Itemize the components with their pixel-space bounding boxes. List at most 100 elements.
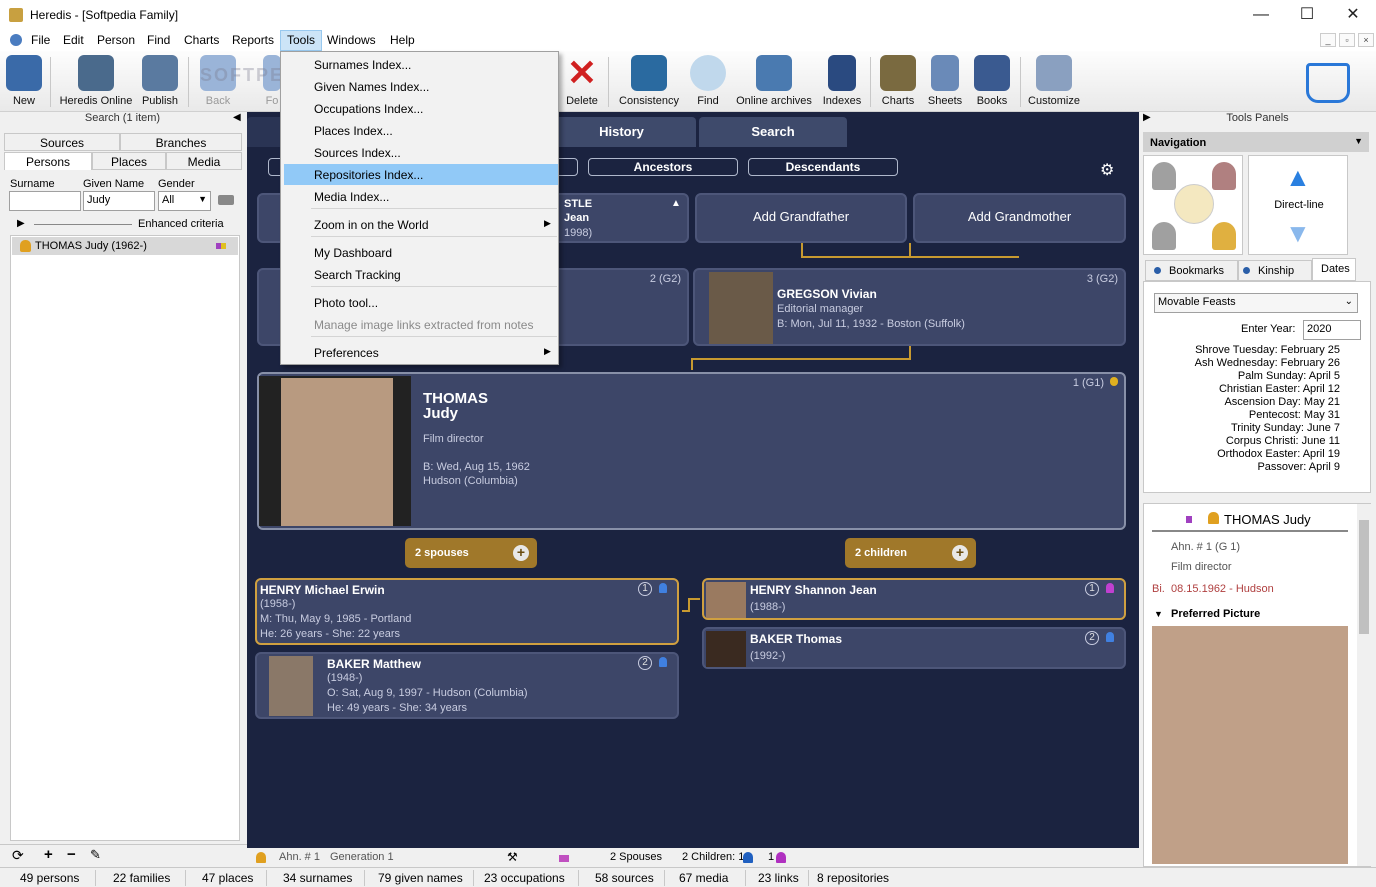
feast-select[interactable]: Movable Feasts ⌄ [1154,293,1358,313]
add-icon[interactable]: + [44,846,53,863]
hammer-icon: ⚒ [507,850,518,864]
menu-file[interactable]: File [25,30,56,51]
child-2-photo [706,631,746,667]
zoom-world-item[interactable]: Zoom in on the World [314,218,429,232]
tab-media[interactable]: Media [166,152,242,170]
tab-dates[interactable]: Dates [1312,258,1356,281]
gear-icon[interactable]: ⚙ [1100,160,1114,180]
up-arrow-icon[interactable]: ▲ [1285,162,1311,193]
mother-card[interactable]: 3 (G2) GREGSON Vivian Editorial manager … [693,268,1126,346]
male-person-icon [743,852,753,863]
tab-branches[interactable]: Branches [120,133,242,151]
children-button[interactable]: 2 children + [845,538,976,568]
navigation-header[interactable]: Navigation ▼ [1143,132,1369,152]
new-button[interactable]: New [4,55,44,111]
customize-button[interactable]: Customize [1026,55,1082,111]
tree-icon [880,55,916,91]
media-index-item[interactable]: Media Index... [314,190,389,204]
tools-panels-title: Tools Panels [1226,112,1289,124]
navigation-family-widget[interactable] [1143,155,1243,255]
remove-icon[interactable]: − [67,846,76,863]
tab-sources[interactable]: Sources [4,133,120,151]
female-person-icon [1208,512,1219,524]
descendants-button[interactable]: Descendants [748,158,898,176]
chevron-up-icon[interactable]: ▲ [671,198,681,209]
minimize-button[interactable]: — [1238,0,1284,30]
year-input[interactable]: 2020 [1303,320,1361,340]
add-child-icon[interactable]: + [952,545,968,561]
add-grandfather-button[interactable]: Add Grandfather [695,193,907,243]
spouse-2-photo [269,656,313,716]
enter-year-label: Enter Year: [1241,323,1296,335]
edit-pencil-icon[interactable]: ✎ [90,847,101,863]
down-arrow-icon[interactable]: ▼ [1285,218,1311,249]
enhanced-criteria-toggle[interactable]: Enhanced criteria [138,218,224,230]
menu-help[interactable]: Help [384,30,421,51]
delete-button[interactable]: ✕ Delete [562,55,602,111]
tab-kinship[interactable]: Kinship [1238,260,1312,281]
given-names-index-item[interactable]: Given Names Index... [314,80,429,94]
heredis-online-button[interactable]: Heredis Online [58,55,134,111]
mdi-close-button[interactable]: × [1358,33,1374,47]
direct-line-widget[interactable]: ▲ Direct-line ▼ [1248,155,1348,255]
places-index-item[interactable]: Places Index... [314,124,393,138]
online-archives-button[interactable]: Online archives [734,55,814,111]
chevron-right-icon[interactable]: ▶ [17,218,25,229]
menu-find[interactable]: Find [141,30,176,51]
given-name-input[interactable]: Judy [83,191,155,211]
basket-icon[interactable] [1306,63,1350,103]
surnames-index-item[interactable]: Surnames Index... [314,58,411,72]
maximize-button[interactable]: ☐ [1284,0,1330,30]
charts-button[interactable]: Charts [876,55,920,111]
toolbar: New Heredis Online Publish Back Fo ✕ Dele… [0,51,1376,112]
tab-places[interactable]: Places [92,152,166,170]
repositories-index-item[interactable]: Repositories Index... [284,164,558,185]
child-card-2[interactable]: BAKER Thomas (1992-) 2 [702,627,1126,669]
books-button[interactable]: Books [970,55,1014,111]
occupations-index-item[interactable]: Occupations Index... [314,102,423,116]
consistency-button[interactable]: Consistency [614,55,684,111]
search-tracking-item[interactable]: Search Tracking [314,268,401,282]
add-spouse-icon[interactable]: + [513,545,529,561]
chevron-down-icon[interactable]: ▼ [1154,609,1163,619]
magnifier-icon [690,55,726,91]
preferences-item[interactable]: Preferences [314,346,379,360]
tab-persons[interactable]: Persons [4,152,92,170]
tab-bookmarks[interactable]: Bookmarks [1145,260,1238,281]
child-card-1[interactable]: HENRY Shannon Jean (1988-) 1 [702,578,1126,620]
sheets-button[interactable]: Sheets [924,55,966,111]
collapse-left-icon[interactable]: ◀ [233,112,241,123]
main-person-card[interactable]: 1 (G1) THOMAS Judy Film director B: Wed,… [257,372,1126,530]
menu-person[interactable]: Person [91,30,141,51]
add-grandmother-button[interactable]: Add Grandmother [913,193,1126,243]
menu-charts[interactable]: Charts [178,30,225,51]
scrollbar-thumb[interactable] [1359,520,1369,634]
list-item[interactable]: THOMAS Judy (1962-) [12,237,238,255]
menu-reports[interactable]: Reports [226,30,280,51]
window-title: Heredis - [Softpedia Family] [30,8,179,22]
tab-search[interactable]: Search [699,117,847,147]
find-button[interactable]: Find [690,55,726,111]
spouses-button[interactable]: 2 spouses + [405,538,537,568]
mdi-minimize-button[interactable]: _ [1320,33,1336,47]
my-dashboard-item[interactable]: My Dashboard [314,246,392,260]
tab-history[interactable]: History [547,117,696,147]
surname-input[interactable] [9,191,81,211]
menu-edit[interactable]: Edit [57,30,90,51]
female-person-icon [776,852,786,863]
refresh-icon[interactable]: ⟳ [12,847,24,864]
publish-button[interactable]: Publish [138,55,182,111]
menu-windows[interactable]: Windows [321,30,382,51]
open-book-icon [974,55,1010,91]
indexes-button[interactable]: Indexes [820,55,864,111]
sources-index-item[interactable]: Sources Index... [314,146,401,160]
clear-search-icon[interactable] [218,195,234,205]
menu-tools[interactable]: Tools [280,30,323,51]
spouse-card-1[interactable]: HENRY Michael Erwin (1958-) M: Thu, May … [255,578,679,645]
mdi-restore-button[interactable]: ▫ [1339,33,1355,47]
spouse-card-2[interactable]: BAKER Matthew (1948-) O: Sat, Aug 9, 199… [255,652,679,719]
ancestors-button[interactable]: Ancestors [588,158,738,176]
gender-select[interactable]: All ▼ [158,191,211,211]
close-button[interactable]: ✕ [1330,0,1376,30]
photo-tool-item[interactable]: Photo tool... [314,296,378,310]
